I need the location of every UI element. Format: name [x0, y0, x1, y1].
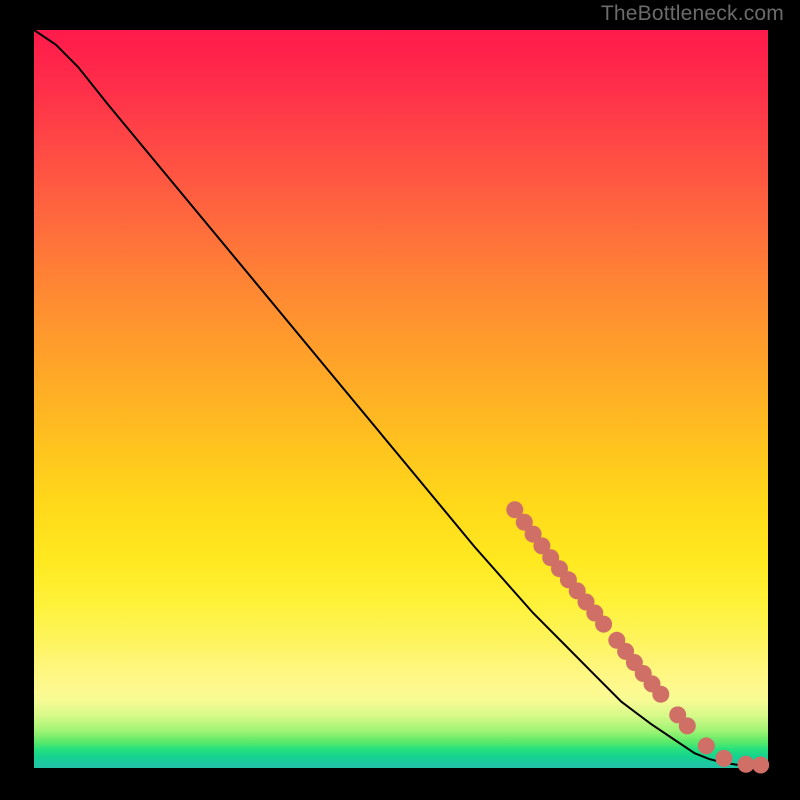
data-point [738, 756, 755, 773]
marker-group [506, 501, 769, 773]
bottleneck-curve [34, 30, 768, 767]
data-point [595, 616, 612, 633]
data-point [652, 686, 669, 703]
data-point [679, 717, 696, 734]
watermark-text: TheBottleneck.com [601, 2, 784, 26]
data-point [698, 737, 715, 754]
data-point [752, 757, 769, 774]
chart-svg [34, 30, 768, 768]
data-point [716, 750, 733, 767]
chart-frame: TheBottleneck.com [0, 0, 800, 800]
plot-area [34, 30, 768, 768]
